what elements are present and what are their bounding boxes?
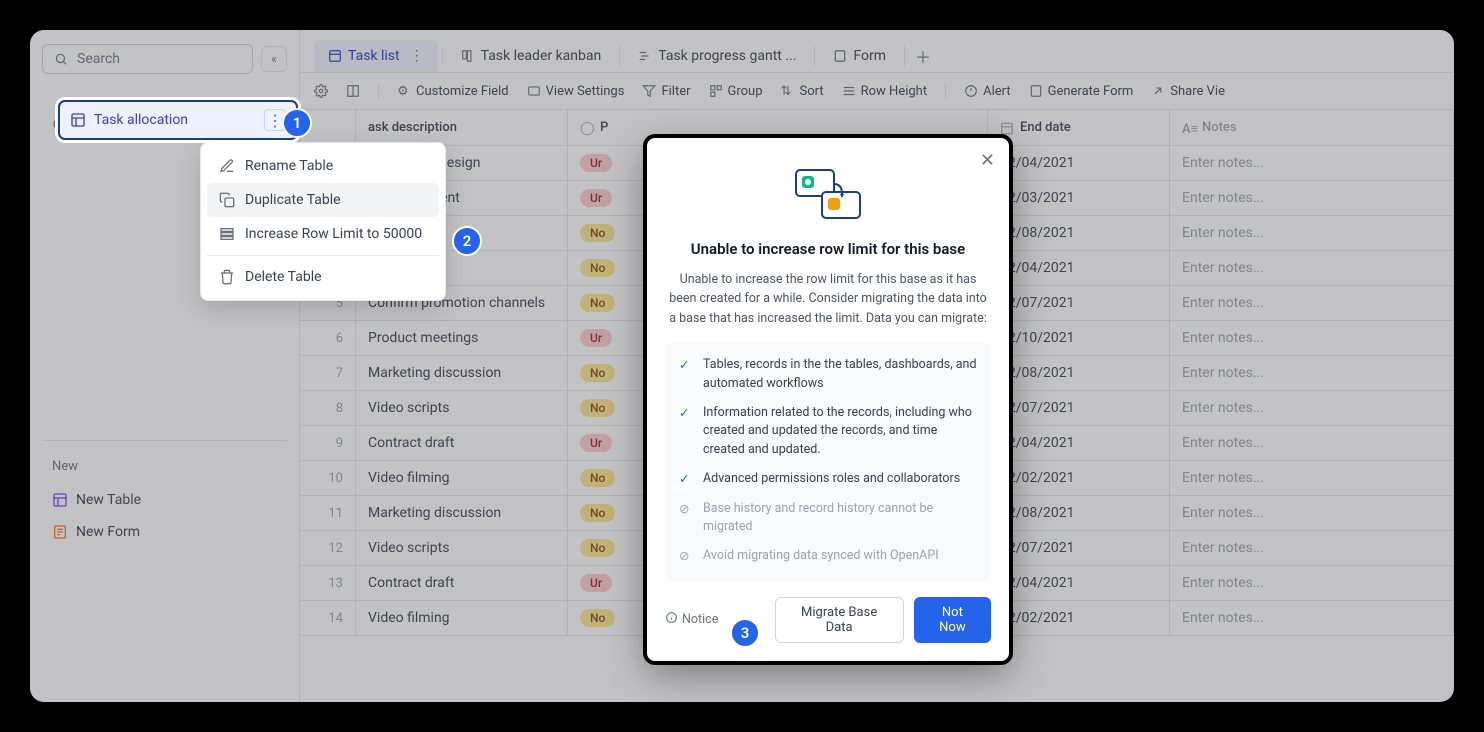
menu-item-label: Rename Table <box>245 158 333 174</box>
not-now-button[interactable]: Not Now <box>914 597 991 643</box>
notice-link[interactable]: Notice <box>665 611 718 628</box>
migrate-button[interactable]: Migrate Base Data <box>775 597 904 643</box>
modal-item-list: ✓ Tables, records in the the tables, dash… <box>665 342 991 581</box>
sidebar-item-label: Task allocation <box>94 112 188 128</box>
check-icon: ✓ <box>679 357 693 394</box>
menu-item-label: Increase Row Limit to 50000 <box>245 226 422 242</box>
rows-icon <box>219 226 235 242</box>
info-icon <box>665 611 678 628</box>
delete-table-menu-item[interactable]: Delete Table <box>207 260 439 294</box>
modal-title: Unable to increase row limit for this ba… <box>665 240 991 258</box>
modal-illustration <box>665 164 991 224</box>
close-button[interactable]: ✕ <box>980 150 995 171</box>
duplicate-table-menu-item[interactable]: Duplicate Table <box>207 183 439 217</box>
modal-list-item: ✓Information related to the records, inc… <box>679 404 977 460</box>
menu-item-label: Delete Table <box>245 269 322 285</box>
divider <box>207 255 439 256</box>
modal-footer: Notice Migrate Base Data Not Now <box>665 597 991 643</box>
noentry-icon: ⊘ <box>679 501 693 538</box>
more-icon: ⋮ <box>267 111 283 130</box>
modal-list-text: Tables, records in the the tables, dashb… <box>703 356 977 394</box>
trash-icon <box>219 269 235 285</box>
sidebar-item-task-allocation[interactable]: Task allocation ⋮ <box>58 100 298 140</box>
modal-list-item: ⊘ Avoid migrating data synced with OpenAP… <box>679 547 977 567</box>
table-context-menu: Rename Table Duplicate Table Increase Ro… <box>200 142 446 301</box>
annotation-badge-3: 3 <box>730 618 760 648</box>
modal-list-item: ⊘ Base history and record history cannot … <box>679 500 977 538</box>
close-icon: ✕ <box>980 150 995 171</box>
modal-description: Unable to increase the row limit for thi… <box>665 270 991 328</box>
modal-list-item: ✓ Advanced permissions roles and collabor… <box>679 470 977 490</box>
modal-list-item: ✓ Tables, records in the the tables, dash… <box>679 356 977 394</box>
table-icon <box>70 112 86 128</box>
modal-list-text: Advanced permissions roles and collabora… <box>703 470 960 490</box>
annotation-badge-1: 1 <box>282 108 312 138</box>
rename-table-menu-item[interactable]: Rename Table <box>207 149 439 183</box>
modal-list-text: Information related to the records, incl… <box>703 404 977 460</box>
check-icon: ✓ <box>679 471 693 490</box>
edit-icon <box>219 158 235 174</box>
noentry-icon: ⊘ <box>679 548 693 567</box>
increase-row-limit-menu-item[interactable]: Increase Row Limit to 50000 <box>207 217 439 251</box>
copy-icon <box>219 192 235 208</box>
modal-list-text: Avoid migrating data synced with OpenAPI <box>703 547 939 567</box>
menu-item-label: Duplicate Table <box>245 192 341 208</box>
row-limit-modal: ✕ Unable to increase row limit for this … <box>647 138 1009 661</box>
check-icon: ✓ <box>679 405 693 460</box>
annotation-badge-2: 2 <box>452 226 482 256</box>
modal-list-text: Base history and record history cannot b… <box>703 500 977 538</box>
